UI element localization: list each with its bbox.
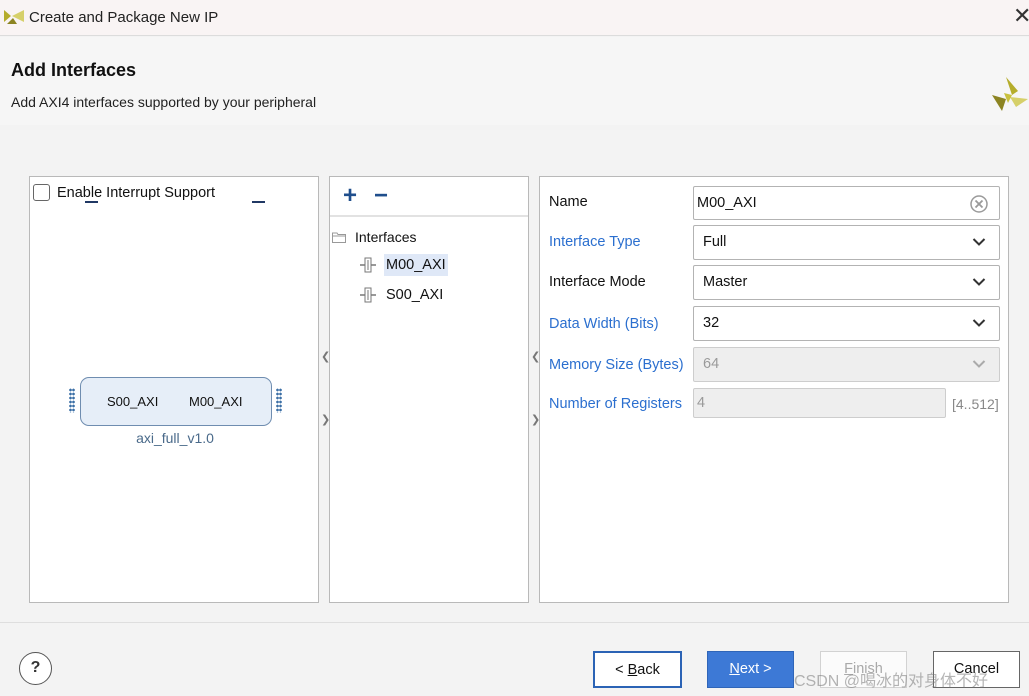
interface-mode-value: Master [703,274,748,290]
next-rest: ext > [739,661,772,677]
watermark: CSDN @喝冰的对身体不好 [794,673,989,690]
interface-item-s00-axi[interactable]: S00_AXI [360,284,445,306]
xilinx-logo-icon [992,77,1028,111]
back-button[interactable]: < Back [593,651,682,688]
tree-root-interfaces[interactable]: Interfaces [332,229,416,245]
tree-root-label: Interfaces [355,229,417,245]
xilinx-logo-icon [4,10,24,24]
name-input-value: M00_AXI [697,195,757,211]
chevron-down-icon [972,319,986,327]
interfaces-toolbar: + − [330,177,528,217]
wizard-header: Add Interfaces Add AXI4 interfaces suppo… [0,37,1029,125]
memory-size-value: 64 [703,356,720,372]
enable-interrupt-checkbox[interactable]: Enable Interrupt Support [33,184,215,201]
right-port-pin [252,201,265,203]
interface-properties-panel: Name M00_AXI Interface Type Full Interfa… [539,176,1009,603]
remove-interface-button[interactable]: − [374,183,388,209]
chevron-down-icon [972,360,986,368]
ip-port-right: M00_AXI [189,394,243,409]
add-interface-button[interactable]: + [343,183,357,209]
num-registers-range: [4..512] [952,396,999,412]
memory-size-select: 64 [693,347,1000,382]
chevron-down-icon [972,238,986,246]
interface-mode-select[interactable]: Master [693,265,1000,300]
ip-port-left: S00_AXI [107,394,159,409]
left-port-pin [85,201,98,203]
interfaces-panel: + − Interfaces M00_AXI S00_AXI [329,176,529,603]
interface-mode-label: Interface Mode [549,274,646,290]
help-button[interactable]: ? [19,652,52,685]
name-input[interactable]: M00_AXI [693,186,1000,220]
chevron-down-icon [972,278,986,286]
bus-interface-icon [360,287,376,303]
interface-item-m00-axi[interactable]: M00_AXI [360,254,448,276]
num-registers-label: Number of Registers [549,396,682,412]
interface-type-value: Full [703,234,727,250]
data-width-select[interactable]: 32 [693,306,1000,341]
data-width-value: 32 [703,315,720,331]
name-label: Name [549,194,588,210]
back-prefix: < [615,662,628,678]
data-width-label: Data Width (Bits) [549,316,659,332]
checkbox-box[interactable] [33,184,50,201]
enable-interrupt-label: Enable Interrupt Support [57,184,215,201]
next-button[interactable]: Next > [707,651,794,688]
interface-item-label: M00_AXI [384,254,448,276]
back-rest: ack [637,662,660,678]
clear-circle-icon[interactable] [970,195,988,213]
window-title-bar: Create and Package New IP ✕ [0,0,1029,36]
bus-interface-icon [360,257,376,273]
num-registers-input: 4 [693,388,946,418]
interface-item-label: S00_AXI [386,287,444,303]
close-icon[interactable]: ✕ [1013,5,1029,27]
page-title: Add Interfaces [11,60,137,80]
back-mnemonic: B [627,662,638,678]
page-subtitle: Add AXI4 interfaces supported by your pe… [11,94,317,110]
ip-symbol-panel: Enable Interrupt Support S00_AXI M00_AXI… [29,176,319,603]
ip-block[interactable]: S00_AXI M00_AXI [80,377,272,426]
interface-type-label: Interface Type [549,234,641,250]
port-connector-left-icon [69,388,75,413]
port-connector-right-icon [276,388,282,413]
memory-size-label: Memory Size (Bytes) [549,357,684,373]
window-title: Create and Package New IP [29,9,219,26]
folder-open-icon [332,232,346,243]
num-registers-value: 4 [697,395,706,411]
interface-type-select[interactable]: Full [693,225,1000,260]
next-mnemonic: N [729,661,740,677]
ip-name: axi_full_v1.0 [136,430,214,446]
